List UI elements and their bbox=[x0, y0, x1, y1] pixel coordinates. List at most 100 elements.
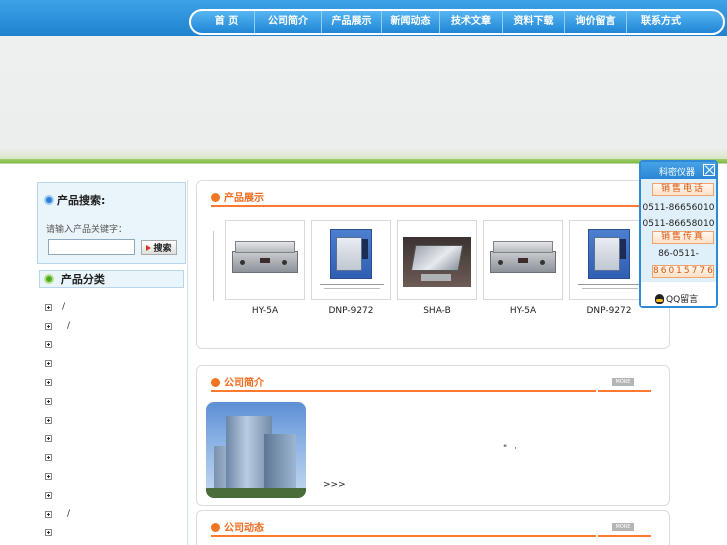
category-label: / bbox=[67, 509, 71, 520]
expand-icon[interactable] bbox=[45, 397, 52, 405]
search-button[interactable]: 搜索 bbox=[141, 240, 177, 255]
product-name[interactable]: HY-5A bbox=[225, 306, 305, 316]
nav-downloads[interactable]: 资料下载 bbox=[503, 11, 565, 33]
expand-icon[interactable] bbox=[45, 529, 52, 537]
nav-articles[interactable]: 技术文章 bbox=[440, 11, 503, 33]
top-bar: 首 页 公司简介 产品展示 新闻动态 技术文章 资料下载 询价留言 联系方式 bbox=[0, 0, 727, 36]
product-image[interactable] bbox=[569, 220, 649, 300]
expand-icon[interactable] bbox=[45, 435, 52, 443]
company-title-text: 公司简介 bbox=[224, 378, 264, 389]
category-item[interactable] bbox=[45, 392, 180, 411]
product-name[interactable]: SHA-B bbox=[397, 306, 477, 316]
qq-message-button[interactable]: QQ留言 bbox=[655, 292, 698, 305]
product-image[interactable] bbox=[483, 220, 563, 300]
contact-widget: 科密仪器 销售电话 0511-86656010 0511-86658010 销售… bbox=[639, 160, 718, 308]
product-name[interactable]: DNP-9272 bbox=[569, 306, 649, 316]
search-input[interactable] bbox=[48, 239, 135, 255]
bullet-icon bbox=[211, 378, 220, 387]
product-card[interactable]: HY-5A bbox=[483, 220, 563, 316]
bullet-icon bbox=[44, 274, 54, 284]
products-panel-title: 产品展示 bbox=[211, 192, 264, 206]
product-carousel: HY-5A DNP-9272 SHA-B HY-5A DNP-9272 bbox=[225, 220, 665, 320]
incubator-photo bbox=[330, 229, 372, 279]
category-item[interactable] bbox=[45, 467, 180, 486]
qq-message-label: QQ留言 bbox=[666, 295, 699, 305]
sales-phone-1: 0511-86656010 bbox=[642, 203, 715, 213]
product-card[interactable]: SHA-B bbox=[397, 220, 477, 316]
expand-icon[interactable] bbox=[45, 379, 52, 387]
category-item[interactable] bbox=[45, 486, 180, 505]
nav-news[interactable]: 新闻动态 bbox=[382, 11, 440, 33]
category-item[interactable]: / bbox=[45, 298, 180, 317]
nav-about[interactable]: 公司简介 bbox=[255, 11, 322, 33]
nav-contact[interactable]: 联系方式 bbox=[627, 11, 695, 33]
bullet-icon bbox=[211, 523, 220, 532]
category-item[interactable]: / bbox=[45, 317, 180, 336]
close-icon[interactable] bbox=[703, 164, 715, 176]
products-title-text: 产品展示 bbox=[224, 193, 264, 204]
expand-icon[interactable] bbox=[45, 322, 52, 330]
category-list: / / / bbox=[45, 298, 180, 542]
company-intro-text: " · bbox=[503, 444, 519, 454]
water-bath-shaker-photo bbox=[403, 237, 471, 287]
category-item[interactable] bbox=[45, 448, 180, 467]
category-item[interactable] bbox=[45, 411, 180, 430]
search-button-label: 搜索 bbox=[153, 244, 172, 254]
company-panel-title: 公司简介 bbox=[211, 377, 264, 391]
fax-number-line1: 86-0511- bbox=[658, 249, 699, 259]
search-hint: 请输入产品关键字： bbox=[46, 225, 128, 235]
expand-icon[interactable] bbox=[45, 473, 52, 481]
product-card[interactable]: DNP-9272 bbox=[311, 220, 391, 316]
incubator-photo bbox=[588, 229, 630, 279]
products-panel-header: 产品展示 bbox=[211, 191, 651, 207]
bullet-icon bbox=[44, 195, 54, 205]
company-read-more-link[interactable]: >>> bbox=[323, 480, 346, 490]
expand-icon[interactable] bbox=[45, 360, 52, 368]
product-image[interactable] bbox=[225, 220, 305, 300]
expand-icon[interactable] bbox=[45, 491, 52, 499]
company-panel-header: 公司简介 MORE bbox=[211, 376, 651, 392]
search-title: 产品搜索: bbox=[44, 193, 105, 209]
bullet-icon bbox=[211, 193, 220, 202]
expand-icon[interactable] bbox=[45, 341, 52, 349]
product-name[interactable]: HY-5A bbox=[483, 306, 563, 316]
product-image[interactable] bbox=[311, 220, 391, 300]
news-panel-title: 公司动态 bbox=[211, 522, 264, 536]
category-title: 产品分类 bbox=[44, 272, 105, 288]
category-item[interactable] bbox=[45, 354, 180, 373]
header-divider bbox=[596, 376, 598, 392]
nav-home[interactable]: 首 页 bbox=[199, 11, 255, 33]
product-card[interactable]: HY-5A bbox=[225, 220, 305, 316]
expand-icon[interactable] bbox=[45, 454, 52, 462]
fax-label: 销售传真 bbox=[652, 231, 714, 244]
product-card[interactable]: DNP-9272 bbox=[569, 220, 649, 316]
sidebar: 产品搜索: 请输入产品关键字： 搜索 产品分类 / / / bbox=[37, 180, 188, 545]
news-panel-header: 公司动态 MORE bbox=[211, 521, 651, 537]
nav-inquiry[interactable]: 询价留言 bbox=[565, 11, 627, 33]
news-more-button[interactable]: MORE bbox=[612, 523, 634, 531]
product-name[interactable]: DNP-9272 bbox=[311, 306, 391, 316]
news-panel: 公司动态 MORE bbox=[196, 510, 670, 545]
category-item[interactable] bbox=[45, 430, 180, 449]
company-more-button[interactable]: MORE bbox=[612, 378, 634, 386]
scroll-indicator bbox=[213, 231, 219, 301]
fax-number-line2: 86015776 bbox=[652, 265, 715, 278]
category-item[interactable] bbox=[45, 336, 180, 355]
category-item[interactable] bbox=[45, 373, 180, 392]
expand-icon[interactable] bbox=[45, 303, 52, 311]
nav-products[interactable]: 产品展示 bbox=[322, 11, 382, 33]
sales-phone-label: 销售电话 bbox=[652, 183, 714, 196]
category-item[interactable]: / bbox=[45, 505, 180, 524]
expand-icon[interactable] bbox=[45, 510, 52, 518]
main-nav: 首 页 公司简介 产品展示 新闻动态 技术文章 资料下载 询价留言 联系方式 bbox=[189, 9, 725, 35]
category-item[interactable] bbox=[45, 524, 180, 543]
news-title-text: 公司动态 bbox=[224, 523, 264, 534]
product-image[interactable] bbox=[397, 220, 477, 300]
company-building-photo bbox=[206, 402, 306, 498]
contact-widget-header: 科密仪器 bbox=[641, 162, 716, 179]
products-panel: 产品展示 HY-5A DNP-9272 SHA-B HY-5A DNP-9272 bbox=[196, 180, 670, 349]
qq-penguin-icon bbox=[655, 293, 664, 304]
category-header: 产品分类 bbox=[39, 270, 184, 288]
header-divider bbox=[596, 521, 598, 537]
expand-icon[interactable] bbox=[45, 416, 52, 424]
